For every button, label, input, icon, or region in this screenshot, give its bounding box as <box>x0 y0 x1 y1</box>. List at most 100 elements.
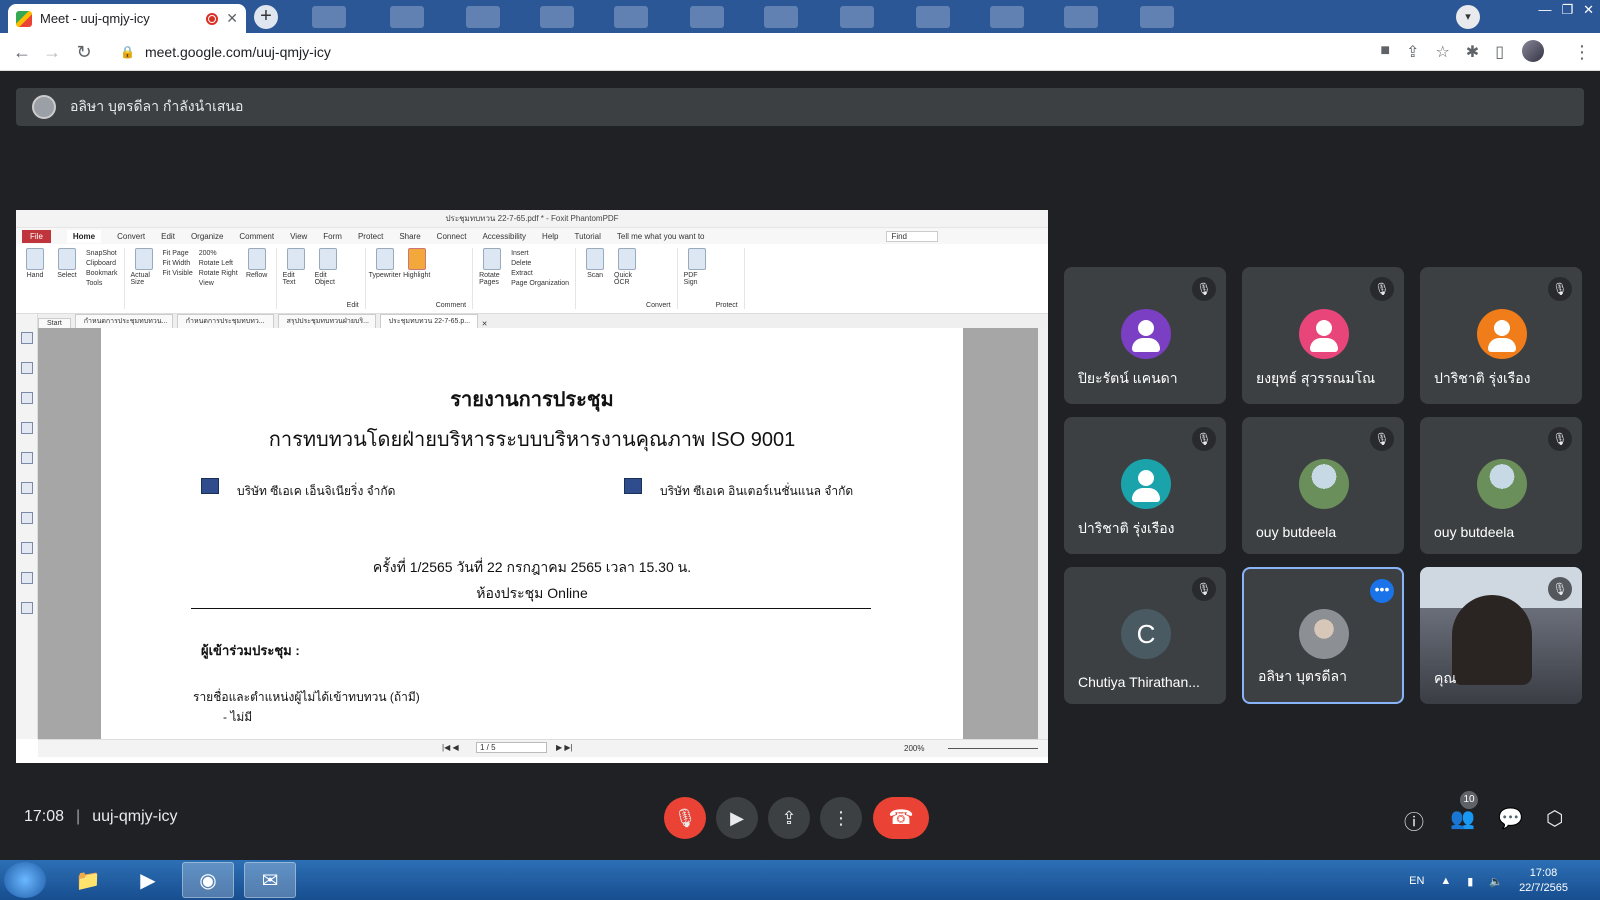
panel-icon[interactable] <box>20 362 33 374</box>
tray-expand-icon[interactable]: ▲ <box>1440 875 1451 887</box>
participant-tile[interactable]: 🎙 ยงยุทธ์ สุวรรณมโณ <box>1242 267 1404 404</box>
edit-text-button[interactable]: Edit Text <box>283 248 309 286</box>
fit-visible-button[interactable]: Fit Visible <box>163 270 193 277</box>
pdf-menu-connect[interactable]: Connect <box>437 232 467 241</box>
profile-avatar[interactable] <box>1522 40 1544 62</box>
participant-tile[interactable]: 🎙 ปาริชาติ รุ่งเรือง <box>1064 417 1226 554</box>
clipboard-button[interactable]: Clipboard <box>86 260 118 267</box>
rotate-pages-button[interactable]: Rotate Pages <box>479 248 505 286</box>
forward-arrow-icon[interactable]: → <box>42 42 62 62</box>
doc-tab-active[interactable]: ประชุมทบทวน 22-7-65.p... <box>379 314 478 328</box>
minimize-icon[interactable]: — <box>1538 2 1551 18</box>
extract-button[interactable]: Extract <box>511 270 569 277</box>
participant-tile[interactable]: 🎙 ouy butdeela <box>1242 417 1404 554</box>
chat-icon[interactable]: 💬 <box>1498 806 1523 831</box>
page-nav-next-arrows[interactable]: ▶ ▶| <box>556 743 573 752</box>
pdf-menu-edit[interactable]: Edit <box>161 232 175 241</box>
chrome-icon[interactable]: ◉ <box>182 862 234 898</box>
meeting-details-info-icon[interactable]: ⓘ <box>1404 806 1424 835</box>
panel-icon[interactable] <box>20 332 33 344</box>
pdf-menu-accessibility[interactable]: Accessibility <box>482 232 526 241</box>
zoom-select[interactable]: 200% <box>199 250 238 257</box>
activities-icon[interactable]: ⬡ <box>1546 806 1563 831</box>
participant-tile[interactable]: 🎙 ปิยะรัตน์ แคนดา <box>1064 267 1226 404</box>
pdf-menu-share[interactable]: Share <box>399 232 420 241</box>
select-tool-button[interactable]: Select <box>54 248 80 279</box>
language-indicator[interactable]: EN <box>1409 875 1424 887</box>
camera-in-use-icon[interactable]: ■ <box>1380 42 1390 62</box>
extensions-puzzle-icon[interactable]: ✱ <box>1466 42 1479 62</box>
doc-tab[interactable]: สรุปประชุมทบทวนฝ่ายบริ... <box>277 314 376 328</box>
people-icon[interactable]: 👥 <box>1450 806 1475 831</box>
back-arrow-icon[interactable]: ← <box>12 42 32 62</box>
media-player-icon[interactable]: ▶ <box>122 862 174 898</box>
maximize-icon[interactable]: ❐ <box>1561 2 1573 18</box>
camera-button[interactable]: ▶ <box>716 797 758 839</box>
pdf-sign-button[interactable]: PDF Sign <box>684 248 710 286</box>
edit-object-button[interactable]: Edit Object <box>315 248 341 286</box>
pdf-menu-comment[interactable]: Comment <box>239 232 274 241</box>
page-nav-arrows[interactable]: |◀ ◀ <box>442 743 459 752</box>
delete-button[interactable]: Delete <box>511 260 569 267</box>
participant-tile[interactable]: 🎙 ouy butdeela <box>1420 417 1582 554</box>
start-button[interactable] <box>4 862 46 898</box>
volume-icon[interactable]: 🔈 <box>1489 875 1503 888</box>
participant-tile[interactable]: C 🎙 Chutiya Thirathan... <box>1064 567 1226 704</box>
doc-tab-close-button[interactable]: ✕ <box>482 320 488 328</box>
participant-tile-self[interactable]: 🎙 คุณ <box>1420 567 1582 704</box>
actual-size-button[interactable]: Actual Size <box>131 248 157 286</box>
panel-icon[interactable] <box>20 422 33 434</box>
outlook-icon[interactable]: ✉ <box>244 862 296 898</box>
reload-icon[interactable]: ↻ <box>74 42 94 62</box>
pdf-find-input[interactable]: Find <box>886 230 938 242</box>
panel-icon[interactable] <box>20 482 33 494</box>
more-options-button[interactable]: ⋮ <box>820 797 862 839</box>
share-icon[interactable]: ⇪ <box>1406 42 1419 62</box>
network-icon[interactable]: ▮ <box>1467 875 1473 888</box>
participant-tile-presenter[interactable]: ••• อลิษา บุตรดีลา <box>1242 567 1404 704</box>
fit-page-button[interactable]: Fit Page <box>163 250 193 257</box>
bookmark-star-icon[interactable]: ☆ <box>1435 42 1449 62</box>
scan-button[interactable]: Scan <box>582 248 608 279</box>
pdf-menu-tutorial[interactable]: Tutorial <box>575 232 601 241</box>
file-explorer-icon[interactable]: 📁 <box>62 862 114 898</box>
pdf-tell-me[interactable]: Tell me what you want to <box>617 232 705 241</box>
zoom-slider[interactable] <box>948 748 1038 749</box>
rotate-left-button[interactable]: Rotate Left <box>199 260 238 267</box>
tab-search-chevron-down-icon[interactable]: ▾ <box>1456 5 1480 29</box>
doc-tab[interactable]: กำหนดการประชุมทบทว... <box>176 314 274 328</box>
pdf-menu-organize[interactable]: Organize <box>191 232 223 241</box>
panel-icon[interactable] <box>20 542 33 554</box>
tab-close-button[interactable]: ✕ <box>226 10 238 27</box>
panel-icon[interactable] <box>20 572 33 584</box>
rotate-right-button[interactable]: Rotate Right <box>199 270 238 277</box>
mic-off-button[interactable]: 🎙 <box>664 797 706 839</box>
doc-tab-start[interactable]: Start <box>38 318 71 328</box>
highlight-button[interactable]: Highlight <box>403 248 430 279</box>
typewriter-button[interactable]: Typewriter <box>369 248 401 279</box>
panel-icon[interactable] <box>20 512 33 524</box>
pdf-menu-view[interactable]: View <box>290 232 307 241</box>
close-icon[interactable]: ✕ <box>1583 2 1594 18</box>
browser-tab[interactable]: Meet - uuj-qmjy-icy ✕ <box>8 4 246 33</box>
reflow-button[interactable]: Reflow <box>244 248 270 279</box>
side-panel-icon[interactable]: ▯ <box>1495 42 1504 62</box>
bookmark-button[interactable]: Bookmark <box>86 270 118 277</box>
pdf-menu-convert[interactable]: Convert <box>117 232 145 241</box>
doc-tab[interactable]: กำหนดการประชุมทบทวน... <box>74 314 173 328</box>
leave-call-button[interactable]: ☎ <box>873 797 929 839</box>
new-tab-button[interactable]: + <box>254 5 278 29</box>
pdf-scrollbar[interactable] <box>1038 328 1048 739</box>
pdf-menu-protect[interactable]: Protect <box>358 232 383 241</box>
page-number-input[interactable]: 1 / 5 <box>476 742 547 753</box>
pdf-menu-home[interactable]: Home <box>66 229 102 243</box>
present-screen-button[interactable]: ⇪ <box>768 797 810 839</box>
snapshot-button[interactable]: SnapShot <box>86 250 118 257</box>
pdf-menu-form[interactable]: Form <box>323 232 342 241</box>
panel-icon[interactable] <box>20 602 33 614</box>
panel-icon[interactable] <box>20 392 33 404</box>
panel-icon[interactable] <box>20 452 33 464</box>
participant-tile[interactable]: 🎙 ปาริชาติ รุ่งเรือง <box>1420 267 1582 404</box>
hand-tool-button[interactable]: Hand <box>22 248 48 279</box>
more-options-icon[interactable]: ••• <box>1370 579 1394 603</box>
